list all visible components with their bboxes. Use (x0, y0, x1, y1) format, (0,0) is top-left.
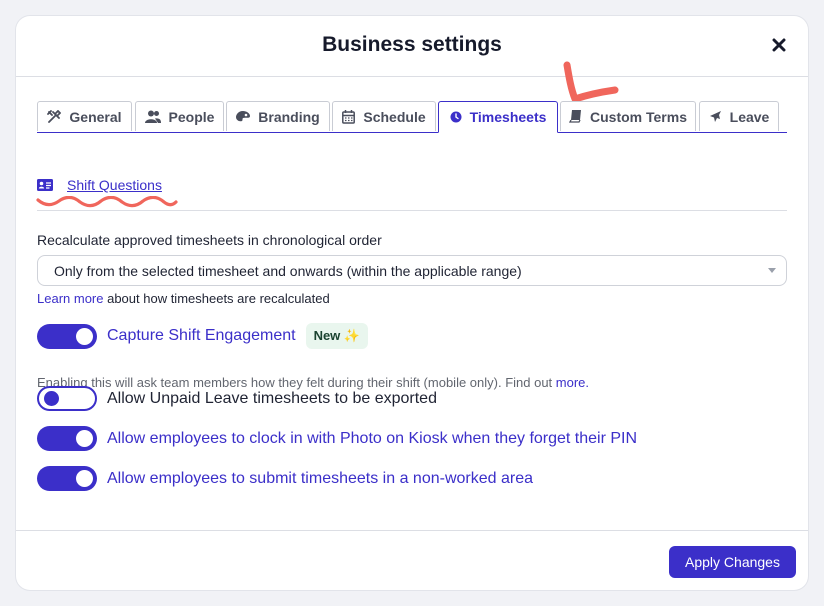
modal-header: Business settings (16, 16, 808, 77)
tab-timesheets[interactable]: Timesheets (438, 101, 558, 133)
capture-engagement-label: Capture Shift Engagement (107, 327, 296, 344)
footer-divider (16, 530, 808, 531)
tab-schedule[interactable]: Schedule (332, 101, 436, 131)
unpaid-leave-label: Allow Unpaid Leave timesheets to be expo… (107, 389, 437, 407)
calendar-icon (342, 109, 356, 124)
tab-general[interactable]: General (37, 101, 132, 131)
people-icon (144, 110, 161, 123)
tab-label: Custom Terms (590, 108, 687, 125)
palette-icon (236, 110, 251, 121)
non-worked-area-row: Allow employees to submit timesheets in … (37, 466, 533, 491)
recalculate-select[interactable]: Only from the selected timesheet and onw… (37, 255, 787, 286)
learn-more-link[interactable]: Learn more (37, 291, 103, 306)
recalculate-selected-value: Only from the selected timesheet and onw… (54, 263, 522, 279)
tab-custom-terms[interactable]: Custom Terms (560, 101, 696, 131)
recalculate-label: Recalculate approved timesheets in chron… (37, 232, 382, 248)
settings-tabs: General People Branding Schedule Timeshe… (37, 101, 787, 133)
tools-icon (47, 109, 62, 123)
capture-engagement-row: Capture Shift Engagement New ✨ (37, 323, 369, 349)
business-settings-modal: Business settings General People Brandin… (16, 16, 808, 590)
shift-questions-link[interactable]: Shift Questions (67, 177, 162, 193)
non-worked-area-label: Allow employees to submit timesheets in … (107, 469, 533, 487)
tab-branding[interactable]: Branding (226, 101, 330, 131)
non-worked-area-toggle[interactable] (37, 466, 97, 491)
modal-title: Business settings (322, 33, 502, 56)
photo-kiosk-label: Allow employees to clock in with Photo o… (107, 429, 638, 447)
id-card-icon (37, 179, 53, 191)
tab-label: Branding (258, 108, 320, 125)
tab-label: General (69, 108, 122, 125)
tab-leave[interactable]: Leave (699, 101, 779, 131)
unpaid-leave-toggle[interactable] (37, 386, 97, 411)
shift-questions-section: Shift Questions (37, 177, 162, 193)
plane-icon (709, 111, 721, 122)
new-badge: New ✨ (305, 323, 369, 349)
chevron-down-icon (768, 268, 776, 273)
learn-more-rest: about how timesheets are recalculated (103, 291, 330, 306)
tab-label: Schedule (363, 108, 426, 125)
close-icon (772, 38, 786, 52)
tab-label: Timesheets (469, 109, 547, 125)
learn-more-text: Learn more about how timesheets are reca… (37, 291, 330, 306)
section-divider (37, 210, 787, 211)
annotation-squiggle (36, 196, 178, 208)
clock-icon (450, 111, 462, 123)
close-button[interactable] (768, 34, 790, 56)
photo-kiosk-toggle[interactable] (37, 426, 97, 451)
find-out-more-link[interactable]: more. (556, 375, 589, 390)
tab-people[interactable]: People (135, 101, 224, 131)
capture-engagement-toggle[interactable] (37, 323, 97, 349)
unpaid-leave-row: Allow Unpaid Leave timesheets to be expo… (37, 386, 437, 411)
apply-changes-button[interactable]: Apply Changes (669, 546, 796, 578)
photo-kiosk-row: Allow employees to clock in with Photo o… (37, 426, 637, 451)
book-icon (569, 110, 581, 123)
tab-label: Leave (729, 108, 770, 125)
tab-label: People (168, 108, 215, 125)
